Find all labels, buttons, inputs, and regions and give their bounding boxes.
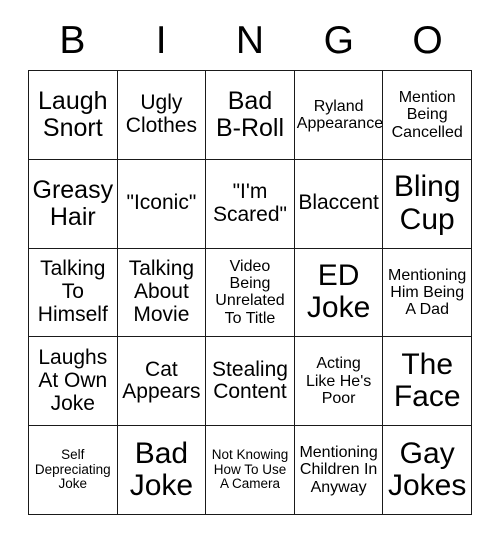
bingo-cell-label: "Iconic" bbox=[126, 191, 197, 215]
bingo-cell-label: The Face bbox=[393, 347, 461, 414]
bingo-grid: Laugh Snort Ugly Clothes Bad B-Roll Ryland … bbox=[28, 70, 472, 515]
bingo-header-letter-i: I bbox=[155, 18, 167, 62]
bingo-header-row: B I N G O bbox=[28, 12, 472, 70]
bingo-cell[interactable]: The Face bbox=[383, 337, 472, 427]
bingo-cell[interactable]: Mentioning Children In Anyway bbox=[294, 426, 384, 515]
bingo-header-letter-g: G bbox=[323, 18, 354, 62]
bingo-cell[interactable]: Laughs At Own Joke bbox=[29, 337, 118, 427]
bingo-header-letter-n: N bbox=[235, 18, 265, 62]
bingo-cell-label: Bad Joke bbox=[129, 436, 194, 503]
bingo-cell[interactable]: Bling Cup bbox=[383, 159, 472, 249]
bingo-cell-label: Laughs At Own Joke bbox=[38, 346, 108, 415]
bingo-cell[interactable]: Bad Joke bbox=[117, 426, 207, 515]
bingo-cell[interactable]: ED Joke bbox=[294, 248, 384, 338]
bingo-cell[interactable]: Gay Jokes bbox=[383, 426, 472, 515]
bingo-cell-label: Not Knowing How To Use A Camera bbox=[211, 447, 289, 492]
bingo-cell-label: Cat Appears bbox=[122, 357, 201, 404]
bingo-cell[interactable]: Self Depreciating Joke bbox=[29, 426, 118, 515]
bingo-cell[interactable]: Laugh Snort bbox=[29, 71, 118, 160]
bingo-cell-label: Stealing Content bbox=[212, 357, 288, 404]
bingo-cell[interactable]: "Iconic" bbox=[117, 159, 207, 249]
bingo-cell-label: Laugh Snort bbox=[38, 86, 108, 142]
bingo-cell[interactable]: Stealing Content bbox=[206, 337, 295, 427]
bingo-cell-label: Bad B-Roll bbox=[215, 86, 285, 142]
bingo-cell[interactable]: Video Being Unrelated To Title bbox=[206, 248, 295, 338]
bingo-cell[interactable]: Acting Like He's Poor bbox=[294, 337, 384, 427]
bingo-header-letter-b: B bbox=[59, 18, 86, 62]
bingo-cell[interactable]: Cat Appears bbox=[117, 337, 207, 427]
bingo-cell-label: Gay Jokes bbox=[388, 436, 467, 503]
bingo-cell[interactable]: Blaccent bbox=[294, 159, 384, 249]
bingo-cell-label: ED Joke bbox=[306, 259, 371, 325]
bingo-cell[interactable]: Ryland Appearance bbox=[294, 71, 384, 160]
bingo-cell-label: Bling Cup bbox=[393, 170, 461, 236]
bingo-cell-label: Talking About Movie bbox=[128, 257, 195, 326]
bingo-cell[interactable]: Greasy Hair bbox=[29, 159, 118, 249]
bingo-cell[interactable]: Mention Being Cancelled bbox=[383, 71, 472, 160]
bingo-cell-label: Ugly Clothes bbox=[125, 91, 197, 137]
bingo-cell-label: Mentioning Him Being A Dad bbox=[388, 266, 467, 319]
bingo-header-letter-o: O bbox=[412, 18, 443, 62]
bingo-cell-label: "I'm Scared" bbox=[212, 180, 287, 226]
bingo-cell-label: Self Depreciating Joke bbox=[34, 447, 111, 492]
bingo-cell-label: Video Being Unrelated To Title bbox=[215, 257, 285, 327]
bingo-cell-label: Greasy Hair bbox=[32, 175, 114, 231]
bingo-card: B I N G O Laugh Snort Ugly Clothes Bad B-R… bbox=[28, 12, 472, 515]
bingo-cell[interactable]: Bad B-Roll bbox=[206, 71, 295, 160]
bingo-cell-label: Talking To Himself bbox=[37, 257, 108, 326]
bingo-cell[interactable]: Talking About Movie bbox=[117, 248, 207, 338]
bingo-cell[interactable]: Talking To Himself bbox=[29, 248, 118, 338]
bingo-cell-label: Mentioning Children In Anyway bbox=[299, 444, 378, 496]
bingo-cell[interactable]: Mentioning Him Being A Dad bbox=[383, 248, 472, 338]
bingo-cell[interactable]: "I'm Scared" bbox=[206, 159, 295, 249]
bingo-cell-label: Acting Like He's Poor bbox=[305, 355, 372, 407]
bingo-cell-label: Ryland Appearance bbox=[296, 97, 384, 132]
bingo-cell[interactable]: Ugly Clothes bbox=[117, 71, 207, 160]
bingo-cell-label: Blaccent bbox=[298, 191, 379, 215]
bingo-cell[interactable]: Not Knowing How To Use A Camera bbox=[206, 426, 295, 515]
bingo-cell-label: Mention Being Cancelled bbox=[391, 89, 463, 141]
